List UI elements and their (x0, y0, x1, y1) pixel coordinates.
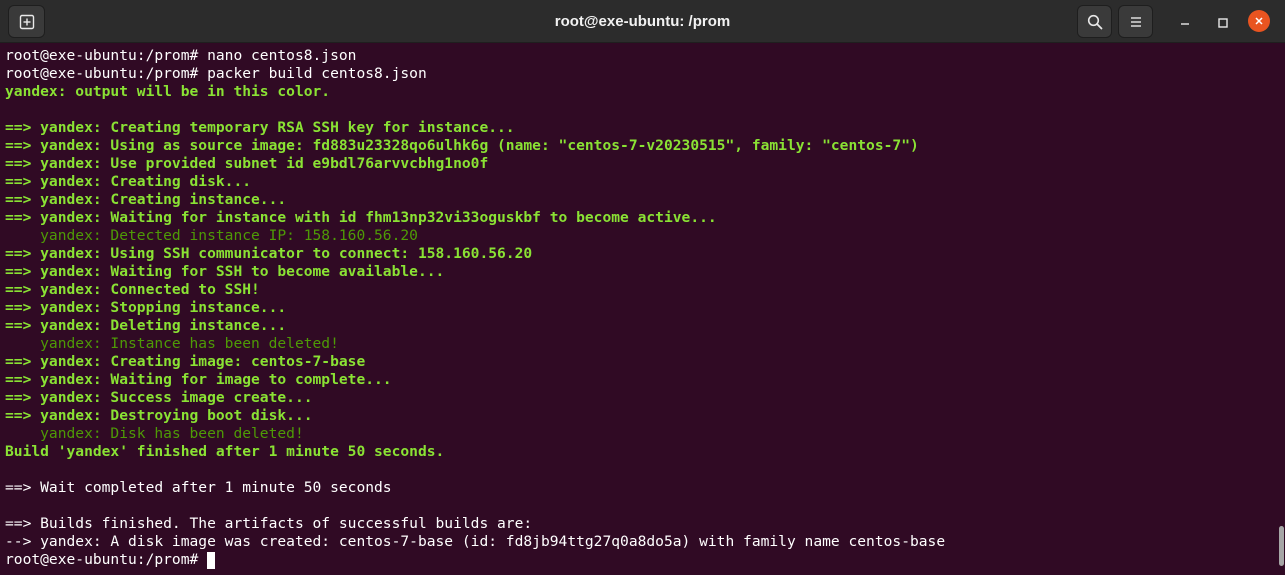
output-line: yandex: Detected instance IP: 158.160.56… (5, 227, 418, 244)
output-line: ==> Wait completed after 1 minute 50 sec… (5, 479, 392, 496)
text-cursor (207, 552, 216, 569)
output-line: ==> yandex: Destroying boot disk... (5, 407, 313, 424)
output-line: ==> yandex: Waiting for SSH to become av… (5, 263, 445, 280)
output-line: yandex: Instance has been deleted! (5, 335, 339, 352)
output-line: ==> yandex: Creating image: centos-7-bas… (5, 353, 366, 370)
output-line: ==> yandex: Success image create... (5, 389, 313, 406)
output-line: ==> yandex: Using as source image: fd883… (5, 137, 919, 154)
menu-button[interactable] (1118, 5, 1153, 38)
output-line: yandex: Disk has been deleted! (5, 425, 304, 442)
new-tab-icon (19, 14, 34, 29)
output-line: ==> Builds finished. The artifacts of su… (5, 515, 533, 532)
output-line: ==> yandex: Creating disk... (5, 173, 252, 190)
output-line: Build 'yandex' finished after 1 minute 5… (5, 443, 445, 460)
output-line: ==> yandex: Waiting for instance with id… (5, 209, 717, 226)
close-icon (1255, 17, 1263, 25)
output-line: ==> yandex: Use provided subnet id e9bdl… (5, 155, 489, 172)
output-line: ==> yandex: Deleting instance... (5, 317, 287, 334)
output-line: ==> yandex: Using SSH communicator to co… (5, 245, 533, 262)
output-line: --> yandex: A disk image was created: ce… (5, 533, 946, 550)
maximize-button[interactable] (1208, 6, 1238, 39)
terminal-window: root@exe-ubuntu: /prom root@exe-ubuntu:/… (0, 0, 1285, 575)
output-line: ==> yandex: Creating temporary RSA SSH k… (5, 119, 515, 136)
output-line: ==> yandex: Connected to SSH! (5, 281, 260, 298)
prompt-line: root@exe-ubuntu:/prom# packer build cent… (5, 65, 427, 82)
prompt-text: root@exe-ubuntu:/prom# (5, 551, 208, 568)
search-button[interactable] (1077, 5, 1112, 38)
search-icon (1087, 14, 1102, 29)
hamburger-menu-icon (1130, 16, 1141, 27)
prompt-line: root@exe-ubuntu:/prom# nano centos8.json (5, 47, 357, 64)
output-line: ==> yandex: Creating instance... (5, 191, 287, 208)
minimize-icon (1181, 22, 1189, 25)
title-bar[interactable]: root@exe-ubuntu: /prom (0, 0, 1285, 43)
new-tab-button[interactable] (8, 5, 45, 38)
scrollbar[interactable] (1277, 44, 1285, 575)
output-line: ==> yandex: Waiting for image to complet… (5, 371, 392, 388)
terminal-output[interactable]: root@exe-ubuntu:/prom# nano centos8.json… (0, 44, 1285, 575)
current-prompt-line[interactable]: root@exe-ubuntu:/prom# (5, 551, 216, 569)
output-line: ==> yandex: Stopping instance... (5, 299, 287, 316)
maximize-icon (1218, 17, 1228, 28)
close-button[interactable] (1248, 10, 1270, 32)
scrollbar-thumb[interactable] (1279, 526, 1284, 566)
minimize-button[interactable] (1170, 6, 1200, 39)
output-line: yandex: output will be in this color. (5, 83, 331, 100)
